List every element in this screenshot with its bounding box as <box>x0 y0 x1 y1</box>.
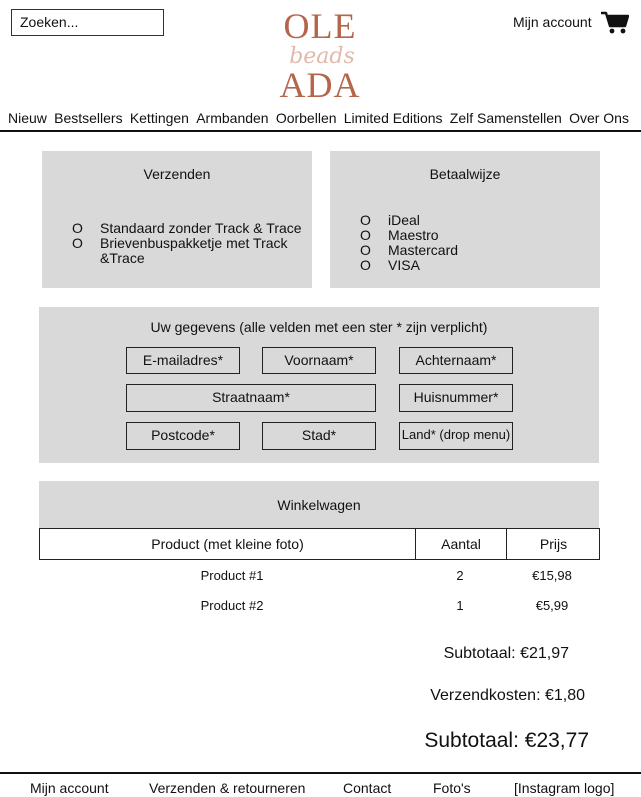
payment-option-maestro[interactable]: O Maestro <box>360 228 580 243</box>
column-header-price: Prijs <box>539 536 568 552</box>
nav-item-armbanden[interactable]: Armbanden <box>196 110 268 130</box>
svg-text:OLE: OLE <box>284 6 357 46</box>
shipping-option-label: Standaard zonder Track & Trace <box>100 220 302 236</box>
payment-option-label: Maestro <box>388 227 439 243</box>
nav-item-limited-editions[interactable]: Limited Editions <box>344 110 443 130</box>
radio-icon[interactable]: O <box>72 221 100 236</box>
subtotal: Subtotaal: €21,97 <box>443 645 569 662</box>
email-field[interactable]: E-mailadres* <box>126 347 240 374</box>
customer-details-panel: Uw gegevens (alle velden met een ster * … <box>39 307 599 463</box>
city-field[interactable]: Stad* <box>262 422 376 450</box>
nav-item-over-ons[interactable]: Over Ons <box>569 110 629 130</box>
shipping-option-label: Brievenbuspakketje met Track &Trace <box>100 235 288 266</box>
search-input[interactable]: Zoeken... <box>11 9 164 36</box>
product-name[interactable]: Product #1 <box>39 568 425 583</box>
order-total: Subtotaal: €23,77 <box>424 729 589 752</box>
radio-icon[interactable]: O <box>72 236 100 266</box>
product-price: €5,99 <box>535 598 569 613</box>
shipping-option-letterbox[interactable]: O Brievenbuspakketje met Track &Trace <box>72 236 302 266</box>
cart-header: Winkelwagen <box>39 481 599 528</box>
product-quantity[interactable]: 2 <box>415 568 505 583</box>
main-nav: Nieuw Bestsellers Kettingen Armbanden Oo… <box>0 110 641 132</box>
firstname-field[interactable]: Voornaam* <box>262 347 376 374</box>
customer-details-title: Uw gegevens (alle velden met een ster * … <box>150 319 488 335</box>
footer-link-contact[interactable]: Contact <box>343 780 391 796</box>
housenumber-field[interactable]: Huisnummer* <box>399 384 513 412</box>
account-link[interactable]: Mijn account <box>513 14 592 30</box>
payment-title: Betaalwijze <box>429 166 501 182</box>
radio-icon[interactable]: O <box>360 228 388 243</box>
street-field[interactable]: Straatnaam* <box>126 384 376 412</box>
cart-title: Winkelwagen <box>277 497 361 513</box>
column-header-product: Product (met kleine foto) <box>151 536 304 552</box>
column-header-quantity: Aantal <box>441 536 481 552</box>
payment-option-mastercard[interactable]: O Mastercard <box>360 243 580 258</box>
product-quantity[interactable]: 1 <box>415 598 505 613</box>
radio-icon[interactable]: O <box>360 243 388 258</box>
lastname-field[interactable]: Achternaam* <box>399 347 513 374</box>
country-select[interactable]: Land* (drop menu) <box>399 422 513 450</box>
footer: Mijn account Verzenden & retourneren Con… <box>0 772 641 797</box>
footer-link-photos[interactable]: Foto's <box>433 780 471 796</box>
shipping-option-standard[interactable]: O Standaard zonder Track & Trace <box>72 221 302 236</box>
nav-item-kettingen[interactable]: Kettingen <box>130 110 189 130</box>
payment-option-label: VISA <box>388 257 420 273</box>
radio-icon[interactable]: O <box>360 213 388 228</box>
nav-item-nieuw[interactable]: Nieuw <box>8 110 47 130</box>
product-price: €15,98 <box>532 568 572 583</box>
brand-logo[interactable]: OLE beads ADA <box>272 6 368 102</box>
cart-table-header: Product (met kleine foto) Aantal Prijs <box>39 528 600 560</box>
nav-item-oorbellen[interactable]: Oorbellen <box>276 110 337 130</box>
shopping-cart-icon[interactable] <box>601 11 629 35</box>
payment-option-ideal[interactable]: O iDeal <box>360 213 580 228</box>
nav-item-bestsellers[interactable]: Bestsellers <box>54 110 122 130</box>
shipping-title: Verzenden <box>143 166 211 182</box>
svg-text:ADA: ADA <box>280 65 361 102</box>
instagram-icon[interactable]: [Instagram logo] <box>514 780 614 796</box>
shipping-cost: Verzendkosten: €1,80 <box>430 687 585 704</box>
product-name[interactable]: Product #2 <box>39 598 425 613</box>
postcode-field[interactable]: Postcode* <box>126 422 240 450</box>
payment-option-label: Mastercard <box>388 242 459 258</box>
payment-option-visa[interactable]: O VISA <box>360 258 580 273</box>
footer-link-account[interactable]: Mijn account <box>30 780 109 796</box>
footer-link-shipping-returns[interactable]: Verzenden & retourneren <box>149 780 305 796</box>
payment-panel: Betaalwijze O iDeal O Maestro O Masterca… <box>330 151 600 288</box>
nav-item-zelf-samenstellen[interactable]: Zelf Samenstellen <box>450 110 562 130</box>
radio-icon[interactable]: O <box>360 258 388 273</box>
shipping-panel: Verzenden O Standaard zonder Track & Tra… <box>42 151 312 288</box>
payment-option-label: iDeal <box>388 212 420 228</box>
